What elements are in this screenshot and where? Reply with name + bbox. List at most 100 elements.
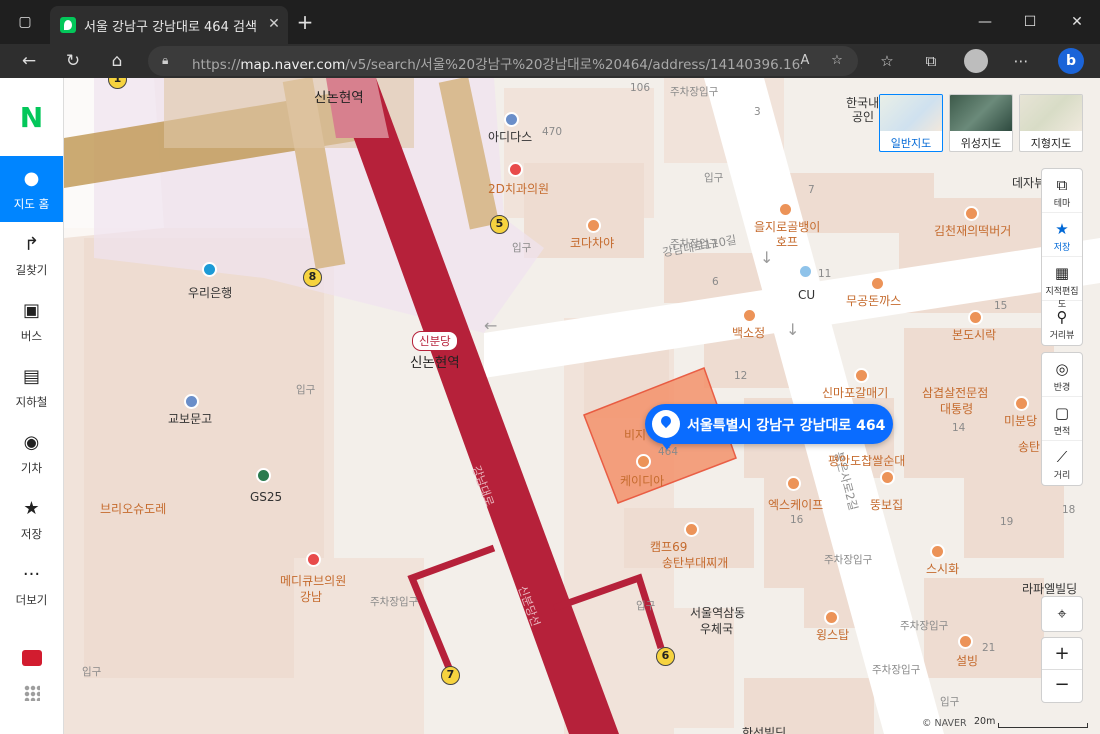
maximize-icon[interactable]: ☐ [1015, 8, 1045, 36]
poi-label[interactable]: 미분당 [1004, 412, 1037, 429]
map-type-terrain[interactable]: 지형지도 [1019, 94, 1083, 152]
favorites-icon[interactable]: ☆ [874, 49, 900, 73]
poi-label[interactable]: 평안도찹쌀순대 [828, 452, 905, 469]
new-tab-icon[interactable]: + [290, 8, 320, 36]
bing-icon[interactable]: b [1058, 48, 1084, 74]
cu-icon[interactable] [798, 264, 813, 279]
poi-label[interactable]: 우체국 [700, 620, 733, 637]
poi-label[interactable]: 공인 [852, 108, 874, 125]
nav-item-bus[interactable]: ▣ 버스 [0, 288, 63, 354]
tool-cadastral[interactable]: ▦ 지적편집도 [1042, 257, 1082, 310]
poi-label[interactable]: 케이디아 [620, 472, 664, 489]
restaurant-icon[interactable] [880, 470, 895, 485]
camera-icon[interactable] [22, 650, 42, 666]
poi-pin[interactable] [786, 476, 801, 491]
poi-label[interactable]: 라파엘빌딩 [1022, 580, 1077, 597]
poi-label[interactable]: 코다차야 [570, 234, 614, 251]
more-menu-icon[interactable]: ⋯ [1008, 49, 1034, 73]
naver-logo[interactable]: N [0, 78, 63, 156]
home-icon[interactable]: ⌂ [102, 48, 132, 74]
tool-area[interactable]: ▢ 면적 [1042, 397, 1082, 441]
exit-badge[interactable]: 7 [441, 666, 460, 685]
nav-item-train[interactable]: ◉ 기차 [0, 420, 63, 486]
poi-label[interactable]: CU [798, 288, 815, 302]
map-canvas[interactable]: 강남대로110길 강남대로 신분당선 봉은사로2길 신논현역 신분당 신논현역 … [64, 78, 1100, 734]
restaurant-icon[interactable] [684, 522, 699, 537]
collections-icon[interactable]: ⧉ [918, 49, 944, 73]
poi-label[interactable]: 김천재의떡버거 [934, 222, 1011, 239]
tab-close-icon[interactable]: ✕ [264, 14, 284, 34]
poi-label[interactable]: 메디큐브의원 [280, 572, 346, 589]
add-favorite-icon[interactable]: ☆ [826, 51, 848, 71]
poi-label[interactable]: 2D치과의원 [488, 180, 549, 197]
poi-label[interactable]: 캠프69 [650, 538, 687, 555]
apps-grid-icon[interactable] [24, 685, 40, 701]
restaurant-icon[interactable] [778, 202, 793, 217]
tool-saved[interactable]: ★ 저장 [1042, 213, 1082, 257]
poi-label[interactable]: 삼겹살전문점 [922, 384, 988, 401]
poi-label[interactable]: 우리은행 [188, 284, 232, 301]
woori-bank-icon[interactable] [202, 262, 217, 277]
my-location-button[interactable]: ⌖ [1041, 596, 1083, 632]
url-field[interactable]: 🔒︎ https://map.naver.com/v5/search/서울%20… [148, 46, 858, 76]
tool-theme[interactable]: ⧉ 테마 [1042, 169, 1082, 213]
restaurant-icon[interactable] [870, 276, 885, 291]
restaurant-icon[interactable] [968, 310, 983, 325]
hospital-icon[interactable] [508, 162, 523, 177]
map-type-satellite[interactable]: 위성지도 [949, 94, 1013, 152]
nav-item-saved[interactable]: ★ 저장 [0, 486, 63, 552]
browser-tab[interactable]: 서울 강남구 강남대로 464 검색 - ✕ [50, 6, 288, 44]
refresh-icon[interactable]: ↻ [58, 48, 88, 74]
restaurant-icon[interactable] [854, 368, 869, 383]
poi-label[interactable]: 송탄부대찌개 [662, 554, 728, 571]
poi-label[interactable]: 송탄 [1018, 438, 1040, 455]
zoom-in-icon[interactable]: + [1042, 638, 1082, 670]
gs25-icon[interactable] [256, 468, 271, 483]
nav-item-directions[interactable]: ↱ 길찾기 [0, 222, 63, 288]
profile-avatar[interactable] [964, 49, 988, 73]
poi-label[interactable]: 한선빌딩 [742, 724, 786, 734]
poi-label[interactable]: 신마포갈매기 [822, 384, 888, 401]
poi-label[interactable]: 아디다스 [488, 128, 532, 145]
window-close-icon[interactable]: ✕ [1062, 8, 1092, 36]
restaurant-icon[interactable] [742, 308, 757, 323]
address-marker-callout[interactable]: 서울특별시 강남구 강남대로 464 [645, 404, 893, 450]
poi-pin[interactable] [504, 112, 519, 127]
tab-actions-icon[interactable]: ▢ [10, 8, 40, 36]
nav-item-more[interactable]: ··· 더보기 [0, 552, 63, 618]
map-type-normal[interactable]: 일반지도 [879, 94, 943, 152]
restaurant-icon[interactable] [958, 634, 973, 649]
poi-label[interactable]: 서울역삼동 [690, 604, 745, 621]
back-arrow-icon[interactable]: ← [14, 48, 44, 74]
station-label-top[interactable]: 신논현역 [314, 86, 364, 106]
minimize-icon[interactable]: — [970, 8, 1000, 36]
station-label[interactable]: 신논현역 [410, 351, 460, 371]
station-line-badge[interactable]: 신분당 [412, 331, 458, 351]
poi-label[interactable]: 비지 [624, 426, 646, 443]
poi-pin[interactable] [636, 454, 651, 469]
exit-badge[interactable]: 6 [656, 647, 675, 666]
poi-label[interactable]: 윙스탑 [816, 626, 849, 643]
poi-label[interactable]: 강남 [300, 588, 322, 605]
restaurant-icon[interactable] [1014, 396, 1029, 411]
poi-label[interactable]: 교보문고 [168, 410, 212, 427]
poi-label[interactable]: 백소정 [732, 324, 765, 341]
tool-street-view[interactable]: ⚲ 거리뷰 [1042, 301, 1082, 345]
hospital-icon[interactable] [306, 552, 321, 567]
poi-label[interactable]: 본도시락 [952, 326, 996, 343]
poi-label[interactable]: 브리오슈도레 [100, 500, 166, 517]
poi-label[interactable]: 무공돈까스 [846, 292, 901, 309]
poi-label[interactable]: 뚱보집 [870, 496, 903, 513]
poi-label[interactable]: 설빙 [956, 652, 978, 669]
nav-item-map-home[interactable]: ● 지도 홈 [0, 156, 63, 222]
exit-badge[interactable]: 5 [490, 215, 509, 234]
poi-label[interactable]: 스시화 [926, 560, 959, 577]
read-aloud-icon[interactable]: A [794, 51, 816, 71]
zoom-out-icon[interactable]: − [1042, 670, 1082, 702]
poi-label[interactable]: 대통령 [940, 400, 973, 417]
restaurant-icon[interactable] [586, 218, 601, 233]
url-text[interactable]: https://map.naver.com/v5/search/서울%20강남구… [192, 53, 802, 73]
nav-item-subway[interactable]: ▤ 지하철 [0, 354, 63, 420]
tool-radius[interactable]: ◎ 반경 [1042, 353, 1082, 397]
poi-label[interactable]: 호프 [776, 233, 798, 250]
